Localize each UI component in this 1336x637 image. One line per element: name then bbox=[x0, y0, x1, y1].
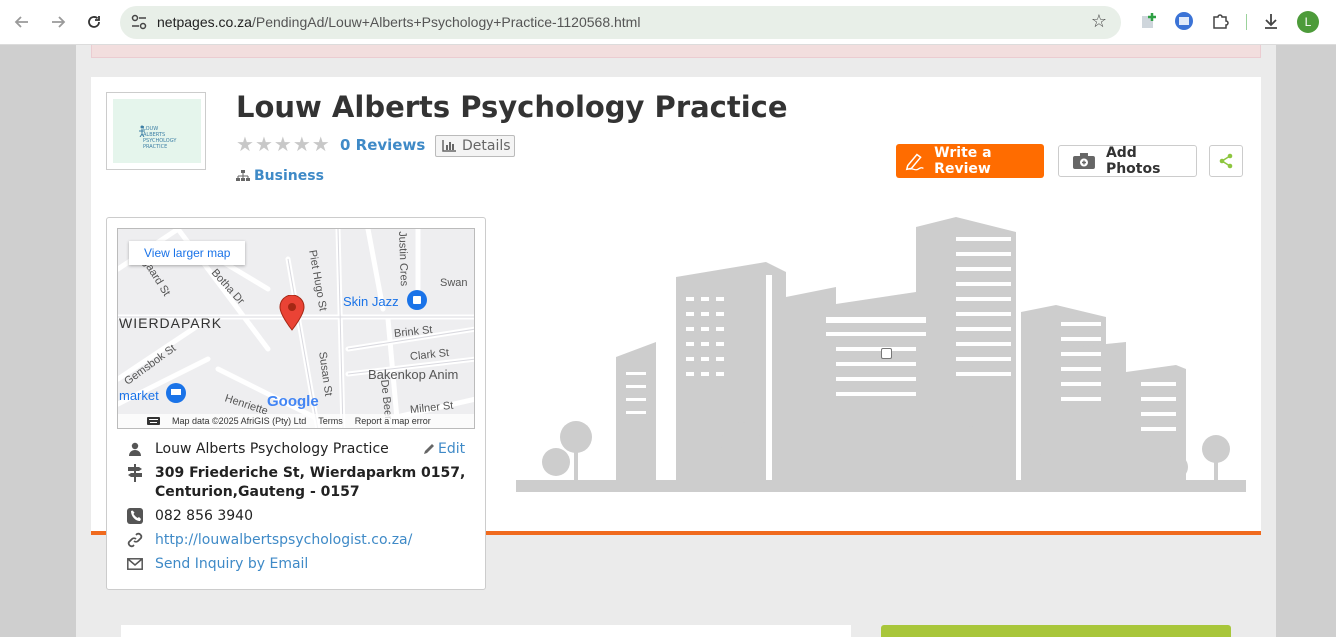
extensions-puzzle-icon[interactable] bbox=[1209, 10, 1231, 32]
content-panel bbox=[121, 625, 851, 637]
map-label-skin-jazz: Skin Jazz bbox=[343, 294, 399, 309]
address-line-1: 309 Friederiche St, Wierdaparkm 0157, bbox=[155, 465, 466, 481]
contact-name-row: Louw Alberts Psychology Practice bbox=[125, 440, 389, 459]
inquiry-row: Send Inquiry by Email bbox=[125, 555, 308, 574]
logo-image: LOUW ALBERTS PSYCHOLOGY PRACTICE bbox=[113, 99, 201, 163]
share-button[interactable] bbox=[1209, 145, 1243, 177]
website-row: http://louwalbertspsychologist.co.za/ bbox=[125, 531, 412, 550]
pencil-icon bbox=[424, 444, 434, 454]
envelope-icon bbox=[125, 555, 145, 573]
google-map[interactable]: Hougaard St Botha Dr Piet Hugo St Justin… bbox=[117, 228, 475, 429]
sidebar-panel bbox=[881, 625, 1231, 637]
reviews-link[interactable]: 0 Reviews bbox=[340, 136, 425, 154]
camera-plus-icon bbox=[1072, 153, 1095, 169]
map-label-wierdapark: WIERDAPARK bbox=[119, 315, 223, 331]
send-inquiry-link[interactable]: Send Inquiry by Email bbox=[155, 555, 308, 574]
star-icon[interactable]: ★ bbox=[274, 134, 292, 154]
alert-banner bbox=[91, 45, 1261, 58]
star-icon[interactable]: ★ bbox=[255, 134, 273, 154]
checkbox[interactable] bbox=[881, 348, 892, 359]
map-label-swan: Swan bbox=[440, 277, 468, 289]
address-bar[interactable]: netpages.co.za/PendingAd/Louw+Alberts+Ps… bbox=[120, 6, 1121, 39]
link-icon bbox=[125, 531, 145, 549]
skin-jazz-pin-icon[interactable] bbox=[407, 290, 427, 310]
write-review-button[interactable]: Write a Review bbox=[896, 144, 1044, 178]
rating-stars[interactable]: ★ ★ ★ ★ ★ bbox=[236, 134, 330, 154]
star-icon[interactable]: ★ bbox=[236, 134, 254, 154]
business-title: Louw Alberts Psychology Practice bbox=[236, 90, 788, 124]
google-logo: Google bbox=[267, 393, 319, 410]
reload-icon[interactable] bbox=[81, 9, 107, 35]
bar-chart-icon bbox=[442, 140, 456, 152]
business-logo: LOUW ALBERTS PSYCHOLOGY PRACTICE bbox=[106, 92, 206, 170]
map-footer: Map data ©2025 AfriGIS (Pty) Ltd Terms R… bbox=[118, 414, 474, 428]
pen-signature-icon bbox=[905, 153, 924, 171]
details-label: Details bbox=[462, 138, 511, 154]
site-info-icon[interactable] bbox=[130, 13, 148, 31]
contact-name: Louw Alberts Psychology Practice bbox=[155, 441, 389, 457]
map-report-link[interactable]: Report a map error bbox=[355, 416, 431, 426]
user-icon bbox=[125, 440, 145, 458]
logo-text: LOUW ALBERTS PSYCHOLOGY PRACTICE bbox=[143, 126, 177, 150]
extension-icon[interactable] bbox=[1138, 10, 1160, 32]
details-button[interactable]: Details bbox=[435, 135, 515, 157]
add-photos-button[interactable]: Add Photos bbox=[1058, 145, 1197, 177]
write-review-label: Write a Review bbox=[934, 145, 992, 177]
forward-icon[interactable] bbox=[45, 9, 71, 35]
shopping-cart-pin-icon[interactable] bbox=[166, 383, 186, 403]
profile-avatar[interactable]: L bbox=[1297, 11, 1319, 33]
category-label: Business bbox=[254, 168, 324, 184]
address-block: 309 Friederiche St, Wierdaparkm 0157, Ce… bbox=[155, 464, 465, 502]
download-icon[interactable] bbox=[1260, 10, 1282, 32]
address-row: 309 Friederiche St, Wierdaparkm 0157, Ce… bbox=[125, 464, 465, 502]
translate-extension-icon[interactable] bbox=[1173, 10, 1195, 32]
share-icon bbox=[1219, 153, 1233, 169]
star-icon[interactable]: ★ bbox=[293, 134, 311, 154]
category-link[interactable]: Business bbox=[236, 168, 324, 184]
phone-row: 082 856 3940 bbox=[125, 507, 253, 526]
map-data-credit: Map data ©2025 AfriGIS (Pty) Ltd bbox=[172, 416, 307, 426]
toolbar-divider bbox=[1246, 14, 1247, 30]
view-larger-map-link[interactable]: View larger map bbox=[129, 241, 246, 265]
edit-link[interactable]: Edit bbox=[423, 441, 465, 457]
location-marker-icon[interactable] bbox=[279, 295, 305, 331]
phone-number[interactable]: 082 856 3940 bbox=[155, 507, 253, 526]
back-icon[interactable] bbox=[9, 9, 35, 35]
address-line-2: Centurion,Gauteng - 0157 bbox=[155, 484, 360, 500]
map-label-justin: Justin Cres bbox=[396, 231, 410, 287]
bookmark-star-icon[interactable]: ☆ bbox=[1091, 11, 1107, 32]
star-icon[interactable]: ★ bbox=[312, 134, 330, 154]
browser-toolbar: netpages.co.za/PendingAd/Louw+Alberts+Ps… bbox=[0, 0, 1336, 45]
signpost-icon bbox=[125, 464, 145, 482]
map-terms-link[interactable]: Terms bbox=[318, 416, 343, 426]
website-link[interactable]: http://louwalbertspsychologist.co.za/ bbox=[155, 531, 412, 550]
add-photos-label: Add Photos bbox=[1105, 145, 1161, 177]
edit-label: Edit bbox=[438, 441, 466, 457]
map-label-market: market bbox=[119, 388, 159, 403]
keyboard-icon[interactable] bbox=[147, 417, 160, 425]
phone-icon bbox=[125, 507, 145, 525]
sitemap-icon bbox=[236, 170, 250, 181]
url-text: netpages.co.za/PendingAd/Louw+Alberts+Ps… bbox=[157, 14, 641, 30]
